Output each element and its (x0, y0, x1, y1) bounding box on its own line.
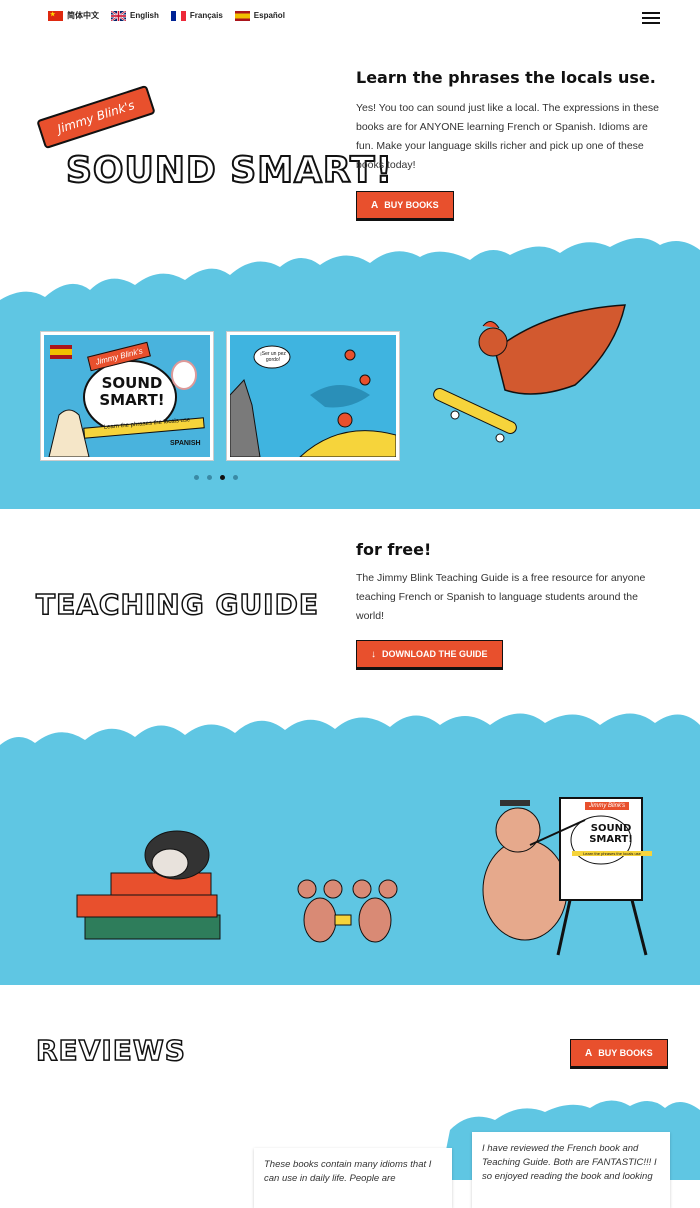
uk-flag-icon (111, 10, 126, 21)
lang-label: English (130, 11, 159, 20)
carousel-card-underwater[interactable]: ¡Ser un pez gordo! (227, 332, 399, 460)
card-language: SPANISH (170, 440, 201, 447)
lang-english[interactable]: English (111, 10, 159, 21)
carousel-card-book-cover[interactable]: Jimmy Blink's SOUND SMART! Learn the phr… (41, 332, 213, 460)
language-selector: ★ 简体中文 English Français Español (48, 10, 285, 21)
lang-spanish[interactable]: Español (234, 10, 285, 21)
card-title: SOUND SMART! (99, 374, 165, 409)
review-card: I have reviewed the French book and Teac… (472, 1132, 670, 1208)
reviews-title: REVIEWS (35, 1033, 186, 1068)
mice-illustration (297, 879, 398, 943)
spain-flag-icon (234, 10, 250, 21)
lang-french[interactable]: Français (170, 10, 223, 21)
amazon-icon: a (371, 199, 379, 211)
clouds-decoration (0, 685, 700, 745)
carousel-dot[interactable] (233, 475, 238, 480)
rooster-skateboard-illustration (433, 304, 626, 443)
review-text: I have reviewed the French book and Teac… (482, 1143, 657, 1182)
download-guide-button[interactable]: ↓ DOWNLOAD THE GUIDE (356, 640, 503, 668)
amazon-icon: a (585, 1047, 593, 1059)
teaching-body: The Jimmy Blink Teaching Guide is a free… (356, 572, 646, 622)
underwater-illustration (230, 345, 396, 457)
buy-books-button[interactable]: a BUY BOOKS (356, 191, 454, 219)
logo-title: SOUND SMART! (65, 149, 393, 192)
review-text: These books contain many idioms that I c… (264, 1159, 432, 1184)
teaching-subheading: for free! (356, 540, 432, 559)
china-flag-icon: ★ (48, 10, 63, 21)
download-arrow-icon: ↓ (371, 648, 376, 660)
lang-chinese[interactable]: ★ 简体中文 (48, 10, 99, 21)
teaching-illustration-section: Jimmy Blink's SOUND SMART! Learn the phr… (0, 685, 700, 985)
carousel-dot-active[interactable] (220, 475, 225, 480)
logo-ribbon: Jimmy Blink's (36, 84, 156, 150)
teaching-guide-title: TEACHING GUIDE (35, 587, 319, 622)
easel-title: SOUND SMART! (589, 823, 633, 845)
hero-subheading: Learn the phrases the locals use. (356, 68, 656, 87)
sound-smart-logo: Jimmy Blink's SOUND SMART! (30, 84, 393, 210)
lang-label: Français (189, 11, 223, 20)
lang-label: 简体中文 (67, 11, 99, 20)
buy-books-label: BUY BOOKS (598, 1048, 653, 1058)
hamburger-menu-icon[interactable] (642, 9, 660, 25)
review-card: These books contain many idioms that I c… (254, 1148, 452, 1208)
hero-body: Yes! You too can sound just like a local… (356, 102, 659, 171)
download-guide-label: DOWNLOAD THE GUIDE (382, 649, 488, 659)
buy-books-label: BUY BOOKS (384, 200, 439, 210)
speech-bubble: ¡Ser un pez gordo! (260, 351, 286, 363)
carousel-dot[interactable] (194, 475, 199, 480)
teacher-bird-easel-illustration (482, 797, 648, 956)
hero-intro: Learn the phrases the locals use. Yes! Y… (356, 68, 666, 219)
easel-ribbon: Jimmy Blink's (585, 802, 630, 810)
france-flag-icon (170, 10, 186, 21)
teaching-guide-intro: for free! The Jimmy Blink Teaching Guide… (356, 540, 666, 668)
carousel-dot[interactable] (207, 475, 212, 480)
easel-tagline: Learn the phrases the locals use (572, 851, 652, 856)
reviews-buy-books-button[interactable]: a BUY BOOKS (570, 1039, 668, 1067)
hedgehog-books-illustration (76, 830, 221, 940)
carousel-dots (194, 475, 238, 480)
books-carousel-section: Jimmy Blink's SOUND SMART! Learn the phr… (0, 235, 700, 509)
lang-label: Español (253, 11, 285, 20)
